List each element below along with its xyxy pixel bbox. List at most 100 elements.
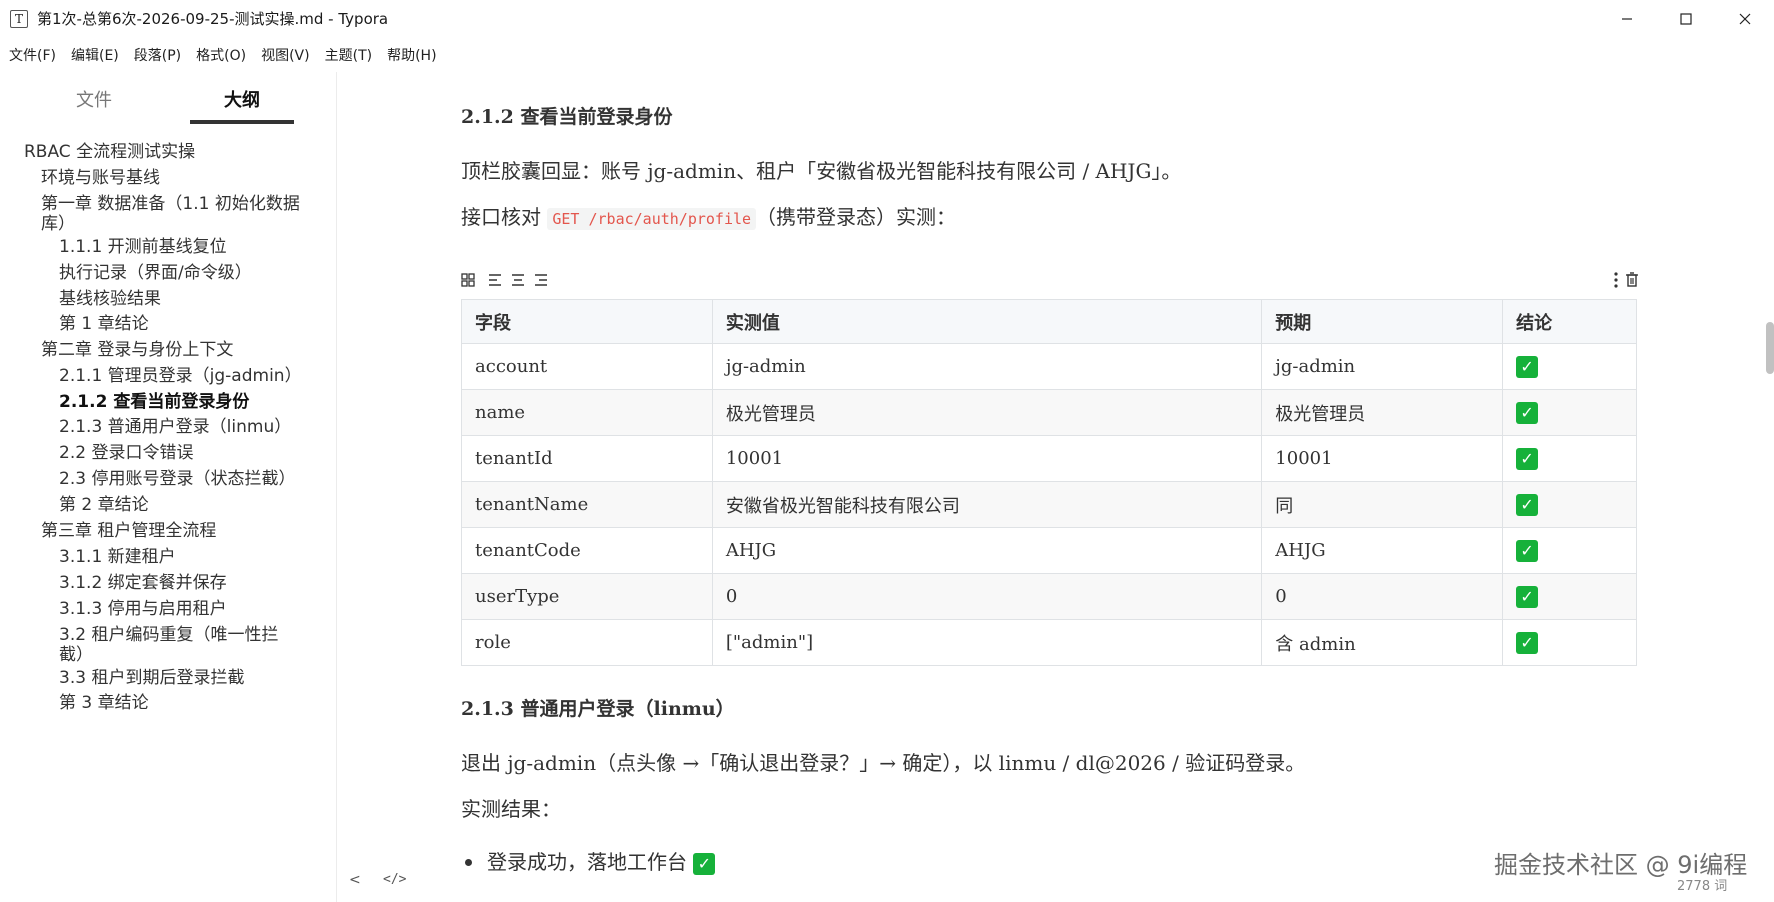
column-header[interactable]: 字段 bbox=[461, 299, 713, 344]
scrollbar-thumb[interactable] bbox=[1766, 322, 1774, 374]
table-cell[interactable]: role bbox=[461, 619, 713, 666]
table-cell[interactable]: 安徽省极光智能科技有限公司 bbox=[711, 481, 1263, 528]
outline-item[interactable]: 2.1.1 管理员登录（jg-admin） bbox=[59, 366, 339, 386]
column-header[interactable]: 结论 bbox=[1502, 299, 1637, 344]
menu-file[interactable]: 文件(F) bbox=[9, 45, 56, 65]
outline-item[interactable]: 环境与账号基线 bbox=[41, 168, 321, 188]
outline-item[interactable]: 第 3 章结论 bbox=[59, 693, 339, 713]
table-cell[interactable]: 0 bbox=[1261, 573, 1504, 620]
minimize-icon bbox=[1621, 17, 1632, 20]
menu-edit[interactable]: 编辑(E) bbox=[71, 45, 119, 65]
close-icon bbox=[1739, 13, 1750, 24]
table-cell[interactable]: ✓ bbox=[1502, 343, 1637, 390]
table-cell[interactable]: ✓ bbox=[1502, 435, 1637, 482]
table-cell[interactable]: name bbox=[461, 389, 713, 436]
outline-item[interactable]: 第三章 租户管理全流程 bbox=[41, 521, 321, 541]
outline-item[interactable]: 3.3 租户到期后登录拦截 bbox=[59, 668, 339, 688]
table-cell[interactable]: jg-admin bbox=[711, 343, 1263, 390]
menu-theme[interactable]: 主题(T) bbox=[325, 45, 372, 65]
table-row: role ["admin"] 含 admin ✓ bbox=[461, 619, 1637, 666]
typora-app-icon: T bbox=[10, 9, 28, 28]
align-center-icon[interactable] bbox=[511, 272, 525, 292]
active-tab-indicator bbox=[190, 120, 294, 124]
tab-outline[interactable]: 大纲 bbox=[224, 86, 260, 112]
sidebar: 文件 大纲 RBAC 全流程测试实操 环境与账号基线 第一章 数据准备（1.1 … bbox=[0, 72, 337, 902]
outline-item[interactable]: 第二章 登录与身份上下文 bbox=[41, 340, 321, 360]
table-cell[interactable]: 同 bbox=[1261, 481, 1504, 528]
table-toolbar bbox=[461, 272, 1639, 294]
check-mark-icon: ✓ bbox=[1516, 401, 1539, 424]
outline-item[interactable]: 执行记录（界面/命令级） bbox=[59, 263, 339, 283]
outline-item[interactable]: 基线核验结果 bbox=[59, 289, 339, 309]
tab-files[interactable]: 文件 bbox=[76, 86, 112, 112]
heading-2-1-3[interactable]: 2.1.3 普通用户登录（linmu） bbox=[461, 694, 735, 721]
minimize-button[interactable] bbox=[1597, 0, 1656, 37]
maximize-button[interactable] bbox=[1656, 0, 1715, 37]
table-cell[interactable]: 10001 bbox=[711, 435, 1263, 482]
paragraph-logout[interactable]: 退出 jg-admin（点头像 →「确认退出登录？」→ 确定），以 linmu … bbox=[461, 747, 1305, 776]
check-mark-icon: ✓ bbox=[1516, 447, 1539, 470]
column-header[interactable]: 预期 bbox=[1261, 299, 1504, 344]
table-cell[interactable]: AHJG bbox=[711, 527, 1263, 574]
outline-item[interactable]: 1.1.1 开测前基线复位 bbox=[59, 237, 339, 257]
paragraph-result-label[interactable]: 实测结果： bbox=[461, 793, 561, 822]
heading-2-1-2[interactable]: 2.1.2 查看当前登录身份 bbox=[461, 102, 673, 129]
table-cell[interactable]: ✓ bbox=[1502, 481, 1637, 528]
table-cell[interactable]: account bbox=[461, 343, 713, 390]
outline-item[interactable]: 第一章 数据准备（1.1 初始化数据库） bbox=[41, 194, 311, 234]
table-cell[interactable]: tenantCode bbox=[461, 527, 713, 574]
title-bar: T 第1次-总第6次-2026-09-25-测试实操.md - Typora bbox=[0, 0, 1774, 37]
outline-item[interactable]: 第 1 章结论 bbox=[59, 314, 339, 334]
table-cell[interactable]: 极光管理员 bbox=[1261, 389, 1504, 436]
outline-item[interactable]: 3.1.3 停用与启用租户 bbox=[59, 599, 339, 619]
table-cell[interactable]: ✓ bbox=[1502, 573, 1637, 620]
check-mark-icon: ✓ bbox=[1516, 585, 1539, 608]
outline-item[interactable]: 2.2 登录口令错误 bbox=[59, 443, 339, 463]
table-grid-icon[interactable] bbox=[461, 272, 475, 292]
paragraph-api-check[interactable]: 接口核对 GET /rbac/auth/profile （携带登录态）实测： bbox=[461, 201, 956, 230]
profile-check-table[interactable]: 字段 实测值 预期 结论 account jg-admin jg-admin ✓… bbox=[461, 299, 1637, 666]
outline-item[interactable]: 3.2 租户编码重复（唯一性拦截） bbox=[59, 625, 299, 665]
window-title: 第1次-总第6次-2026-09-25-测试实操.md - Typora bbox=[37, 10, 389, 28]
table-cell[interactable]: tenantName bbox=[461, 481, 713, 528]
table-cell[interactable]: ✓ bbox=[1502, 619, 1637, 666]
outline-item[interactable]: RBAC 全流程测试实操 bbox=[24, 142, 304, 162]
table-cell[interactable]: 极光管理员 bbox=[711, 389, 1263, 436]
column-header[interactable]: 实测值 bbox=[711, 299, 1263, 344]
table-cell[interactable]: 含 admin bbox=[1261, 619, 1504, 666]
check-mark-icon: ✓ bbox=[1516, 539, 1539, 562]
table-cell[interactable]: AHJG bbox=[1261, 527, 1504, 574]
editor-content[interactable]: 2.1.2 查看当前登录身份 顶栏胶囊回显：账号 jg-admin、租户「安徽省… bbox=[338, 72, 1774, 902]
table-cell[interactable]: tenantId bbox=[461, 435, 713, 482]
paragraph-capsule[interactable]: 顶栏胶囊回显：账号 jg-admin、租户「安徽省极光智能科技有限公司 / AH… bbox=[461, 155, 1181, 184]
close-button[interactable] bbox=[1715, 0, 1774, 37]
inline-code: GET /rbac/auth/profile bbox=[547, 208, 757, 230]
table-cell[interactable]: 0 bbox=[711, 573, 1263, 620]
outline-item-active[interactable]: 2.1.2 查看当前登录身份 bbox=[59, 392, 339, 412]
table-cell[interactable]: 10001 bbox=[1261, 435, 1504, 482]
outline-item[interactable]: 2.3 停用账号登录（状态拦截） bbox=[59, 469, 339, 489]
table-cell[interactable]: ✓ bbox=[1502, 527, 1637, 574]
trash-icon[interactable] bbox=[1625, 272, 1639, 292]
outline-item[interactable]: 2.1.3 普通用户登录（linmu） bbox=[59, 417, 339, 437]
align-left-icon[interactable] bbox=[488, 272, 502, 292]
menu-paragraph[interactable]: 段落(P) bbox=[134, 45, 181, 65]
more-vertical-icon[interactable] bbox=[1613, 272, 1619, 293]
word-count[interactable]: 2778 词 bbox=[1677, 875, 1727, 894]
table-cell[interactable]: jg-admin bbox=[1261, 343, 1504, 390]
menu-view[interactable]: 视图(V) bbox=[261, 45, 310, 65]
table-cell[interactable]: ["admin"] bbox=[711, 619, 1263, 666]
outline-item[interactable]: 3.1.2 绑定套餐并保存 bbox=[59, 573, 339, 593]
table-row: account jg-admin jg-admin ✓ bbox=[461, 343, 1637, 390]
list-item[interactable]: 登录成功，落地工作台 ✓ bbox=[463, 846, 716, 875]
align-right-icon[interactable] bbox=[534, 272, 548, 292]
check-mark-icon: ✓ bbox=[1516, 631, 1539, 654]
outline-item[interactable]: 第 2 章结论 bbox=[59, 495, 339, 515]
paragraph-api-prefix: 接口核对 bbox=[461, 205, 548, 229]
table-cell[interactable]: userType bbox=[461, 573, 713, 620]
check-mark-icon: ✓ bbox=[693, 853, 716, 875]
outline-item[interactable]: 3.1.1 新建租户 bbox=[59, 547, 339, 567]
table-cell[interactable]: ✓ bbox=[1502, 389, 1637, 436]
menu-help[interactable]: 帮助(H) bbox=[387, 45, 436, 65]
menu-format[interactable]: 格式(O) bbox=[196, 45, 246, 65]
